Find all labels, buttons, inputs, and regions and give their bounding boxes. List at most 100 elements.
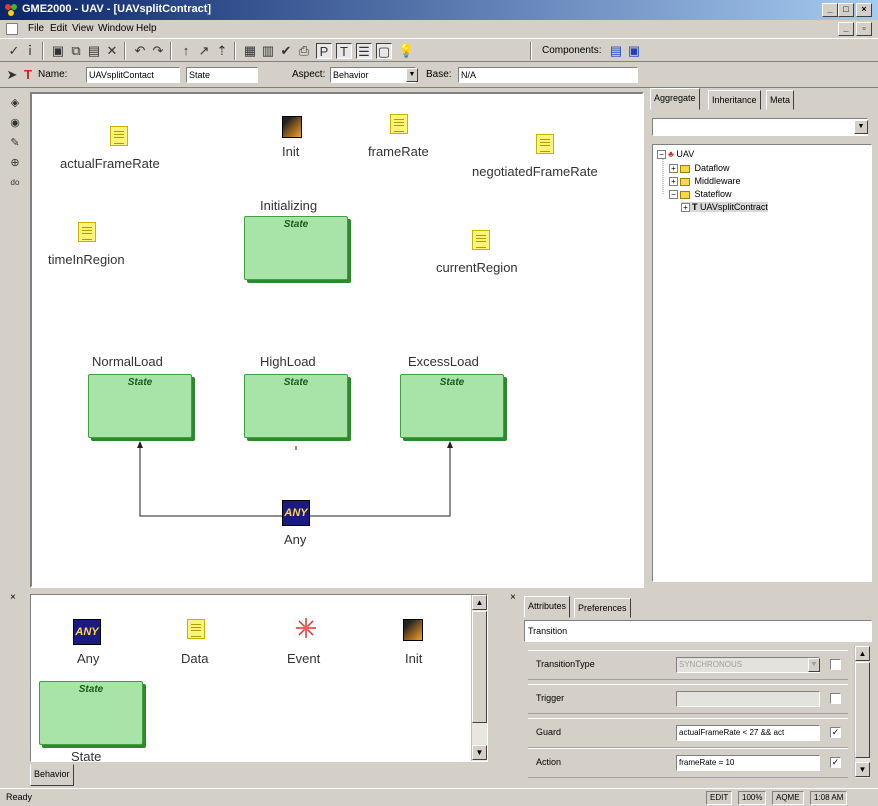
data-icon[interactable]: [472, 230, 490, 250]
state-box[interactable]: State: [88, 374, 192, 438]
browser-filter-select[interactable]: [652, 118, 868, 136]
panel-p-icon[interactable]: P: [316, 43, 332, 59]
expand-icon[interactable]: +: [669, 177, 678, 187]
visualize-icon[interactable]: do: [8, 176, 22, 190]
document-icon[interactable]: [6, 23, 18, 35]
data-icon[interactable]: [390, 114, 408, 134]
tree-item-selected[interactable]: + T UAVsplitContract: [681, 202, 768, 213]
tree-item-label: Stateflow: [694, 189, 732, 199]
delete-icon[interactable]: ✕: [104, 43, 120, 59]
tab-aggregate[interactable]: Aggregate: [650, 88, 700, 110]
align-icon[interactable]: ⇡: [214, 43, 230, 59]
copy-icon[interactable]: ⧉: [68, 43, 84, 59]
info-icon[interactable]: ｉ: [22, 43, 38, 59]
tree-item[interactable]: + Dataflow: [669, 163, 730, 174]
expand-icon[interactable]: +: [669, 164, 678, 174]
guard-field[interactable]: actualFrameRate < 27 && act: [676, 725, 820, 741]
panel-t-icon[interactable]: T: [336, 43, 352, 59]
paste-icon[interactable]: ▤: [86, 43, 102, 59]
state-box[interactable]: State: [244, 374, 348, 438]
zoom-icon[interactable]: ⊕: [8, 156, 22, 170]
panel-split-icon[interactable]: ☰: [356, 43, 372, 59]
state-box[interactable]: State: [400, 374, 504, 438]
model-canvas[interactable]: actualFrameRate Init frameRate negotiate…: [30, 92, 644, 588]
close-pane-icon[interactable]: ×: [10, 592, 16, 603]
connect-mode-icon[interactable]: ◉: [8, 116, 22, 130]
check-model-icon[interactable]: ✔: [278, 43, 294, 59]
model-tree[interactable]: − ♣ UAV + Dataflow + Middleware − Statefl…: [652, 144, 872, 582]
attribute-row: Action frameRate = 10 ✓: [528, 748, 848, 778]
scroll-up-icon[interactable]: ▲: [855, 646, 870, 661]
inherit-checkbox-checked[interactable]: ✓: [830, 757, 841, 768]
menu-view[interactable]: View: [72, 23, 94, 34]
connect-icon[interactable]: ↗: [196, 43, 212, 59]
menu-edit[interactable]: Edit: [50, 23, 67, 34]
transition-type-select[interactable]: SYNCHRONOUS: [676, 657, 820, 673]
tree-item[interactable]: − Stateflow: [669, 189, 732, 200]
columns-icon[interactable]: ▥: [260, 43, 276, 59]
child-restore-button[interactable]: ▫: [856, 22, 872, 36]
lasso-icon[interactable]: ✎: [8, 136, 22, 150]
check-icon[interactable]: ✓: [6, 43, 22, 59]
pointer-icon[interactable]: ➤: [4, 67, 20, 83]
tab-meta[interactable]: Meta: [766, 90, 795, 110]
any-icon[interactable]: ANY: [282, 500, 310, 526]
grid-icon[interactable]: ▦: [242, 43, 258, 59]
scroll-down-icon[interactable]: ▼: [472, 745, 487, 760]
scrollbar[interactable]: ▲ ▼: [854, 646, 870, 778]
save-icon[interactable]: ▣: [50, 43, 66, 59]
name-field[interactable]: UAVsplitContact: [86, 67, 180, 83]
tree-root[interactable]: − ♣ UAV: [657, 149, 694, 160]
inherit-checkbox[interactable]: [830, 693, 841, 704]
scroll-down-icon[interactable]: ▼: [855, 762, 870, 777]
redo-icon[interactable]: ↷: [150, 43, 166, 59]
child-minimize-button[interactable]: _: [838, 22, 854, 36]
tab-preferences[interactable]: Preferences: [574, 598, 631, 618]
init-icon[interactable]: [282, 116, 302, 138]
part-event-icon[interactable]: [295, 617, 317, 639]
menu-file[interactable]: File: [28, 23, 44, 34]
part-data-icon[interactable]: [187, 619, 205, 639]
minimize-button[interactable]: _: [822, 3, 838, 17]
print-icon[interactable]: ⎙: [296, 43, 312, 59]
scroll-up-icon[interactable]: ▲: [472, 595, 487, 610]
data-icon[interactable]: [110, 126, 128, 146]
menu-window[interactable]: Window: [98, 23, 134, 34]
tree-item[interactable]: + Middleware: [669, 176, 741, 187]
panel-window-icon[interactable]: ▢: [376, 43, 392, 59]
dropdown-icon[interactable]: ▼: [808, 658, 820, 672]
collapse-icon[interactable]: −: [669, 190, 678, 200]
tab-behavior[interactable]: Behavior: [30, 764, 74, 786]
scrollbar[interactable]: ▲ ▼: [471, 595, 487, 761]
action-field[interactable]: frameRate = 10: [676, 755, 820, 771]
scroll-thumb[interactable]: [855, 662, 870, 758]
part-init-icon[interactable]: [403, 619, 423, 641]
up-icon[interactable]: ↑: [178, 43, 194, 59]
attribute-label: Trigger: [536, 693, 565, 703]
trigger-field[interactable]: [676, 691, 820, 707]
close-pane-icon[interactable]: ×: [510, 592, 516, 603]
data-icon[interactable]: [536, 134, 554, 154]
aspect-dropdown-icon[interactable]: ▼: [406, 68, 418, 82]
dropdown-icon[interactable]: ▼: [854, 120, 868, 134]
data-icon[interactable]: [78, 222, 96, 242]
tab-inheritance[interactable]: Inheritance: [708, 90, 761, 110]
undo-icon[interactable]: ↶: [132, 43, 148, 59]
component-2-icon[interactable]: ▣: [626, 43, 642, 59]
scroll-thumb[interactable]: [472, 611, 487, 723]
part-any-icon[interactable]: ANY: [73, 619, 101, 645]
menu-help[interactable]: Help: [136, 23, 157, 34]
part-state-box[interactable]: State: [39, 681, 143, 745]
collapse-icon[interactable]: −: [657, 150, 666, 160]
lightbulb-icon[interactable]: 💡: [398, 43, 414, 59]
aspect-select[interactable]: Behavior: [330, 67, 416, 83]
tab-attributes[interactable]: Attributes: [524, 596, 571, 618]
edit-mode-icon[interactable]: ◈: [8, 96, 22, 110]
inherit-checkbox[interactable]: [830, 659, 841, 670]
state-box[interactable]: State: [244, 216, 348, 280]
close-button[interactable]: ×: [856, 3, 872, 17]
maximize-button[interactable]: □: [838, 3, 854, 17]
inherit-checkbox-checked[interactable]: ✓: [830, 727, 841, 738]
component-1-icon[interactable]: ▤: [608, 43, 624, 59]
expand-icon[interactable]: +: [681, 203, 690, 213]
